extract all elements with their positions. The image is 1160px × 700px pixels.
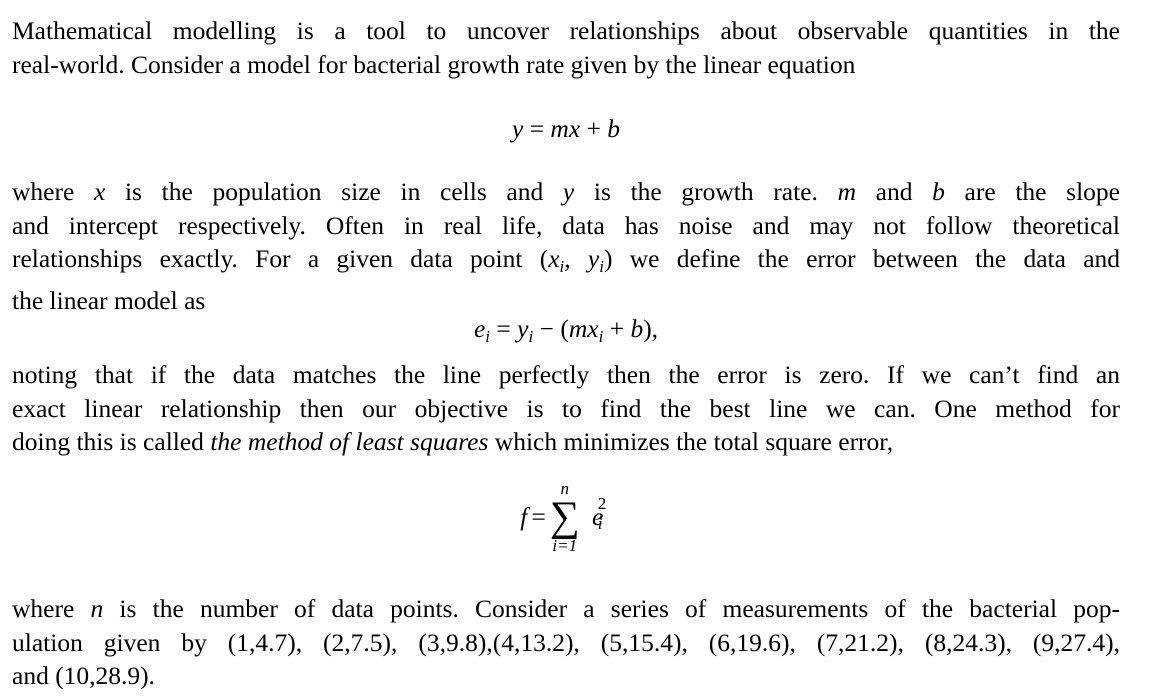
data-line-3: and (10,28.9). <box>12 661 156 690</box>
eq3-equals: = <box>531 502 546 531</box>
eq3-e-squared: e2i <box>592 494 607 533</box>
linear-equation: y = mx + b <box>12 114 1120 144</box>
intro-paragraph: Mathematical modelling is a tool to unco… <box>12 14 1120 81</box>
eq1-plus: + <box>586 114 601 143</box>
definitions-line-3: relationships exactly. For a given data … <box>12 244 1121 276</box>
intro-line-1: Mathematical modelling is a tool to unco… <box>12 16 1120 45</box>
intro-line-2: real-world. Consider a model for bacteri… <box>12 49 856 79</box>
least-squares-paragraph: noting that if the data matches the line… <box>12 358 1120 459</box>
definitions-line-2: and intercept respectively. Often in rea… <box>12 210 1120 240</box>
data-paragraph: where n is the number of data points. Co… <box>12 592 1120 693</box>
eq3-f: f <box>520 502 528 531</box>
eq1-equals: = <box>529 114 545 143</box>
least-squares-line-3: doing this is called the method of least… <box>12 427 894 456</box>
eq1-lhs: y <box>511 114 524 143</box>
error-equation: ei = yi − (mxi + b), <box>473 314 659 346</box>
least-squares-line-1: noting that if the data matches the line… <box>12 360 1120 389</box>
data-line-2: ulation given by (1,4.7), (2,7.5), (3,9.… <box>12 627 1120 657</box>
sum-of-squares-equation: f = n ∑ i=1 e2i <box>12 480 1120 554</box>
summation: n ∑ i=1 <box>550 480 580 554</box>
definitions-line-4: the linear model as <box>12 285 206 315</box>
eq1-mx: mx <box>550 114 581 143</box>
sum-symbol: ∑ <box>549 494 580 540</box>
least-squares-line-2: exact linear relationship then our objec… <box>12 393 1120 423</box>
definitions-paragraph: where x is the population size in cells … <box>12 175 1120 317</box>
emphasis-least-squares: the method of least squares <box>210 427 489 456</box>
sum-lower-limit: i=1 <box>552 536 578 555</box>
definitions-line-1: where x is the population size in cells … <box>12 177 1120 206</box>
data-line-1: where n is the number of data points. Co… <box>12 594 1120 623</box>
eq1-b: b <box>607 114 621 143</box>
